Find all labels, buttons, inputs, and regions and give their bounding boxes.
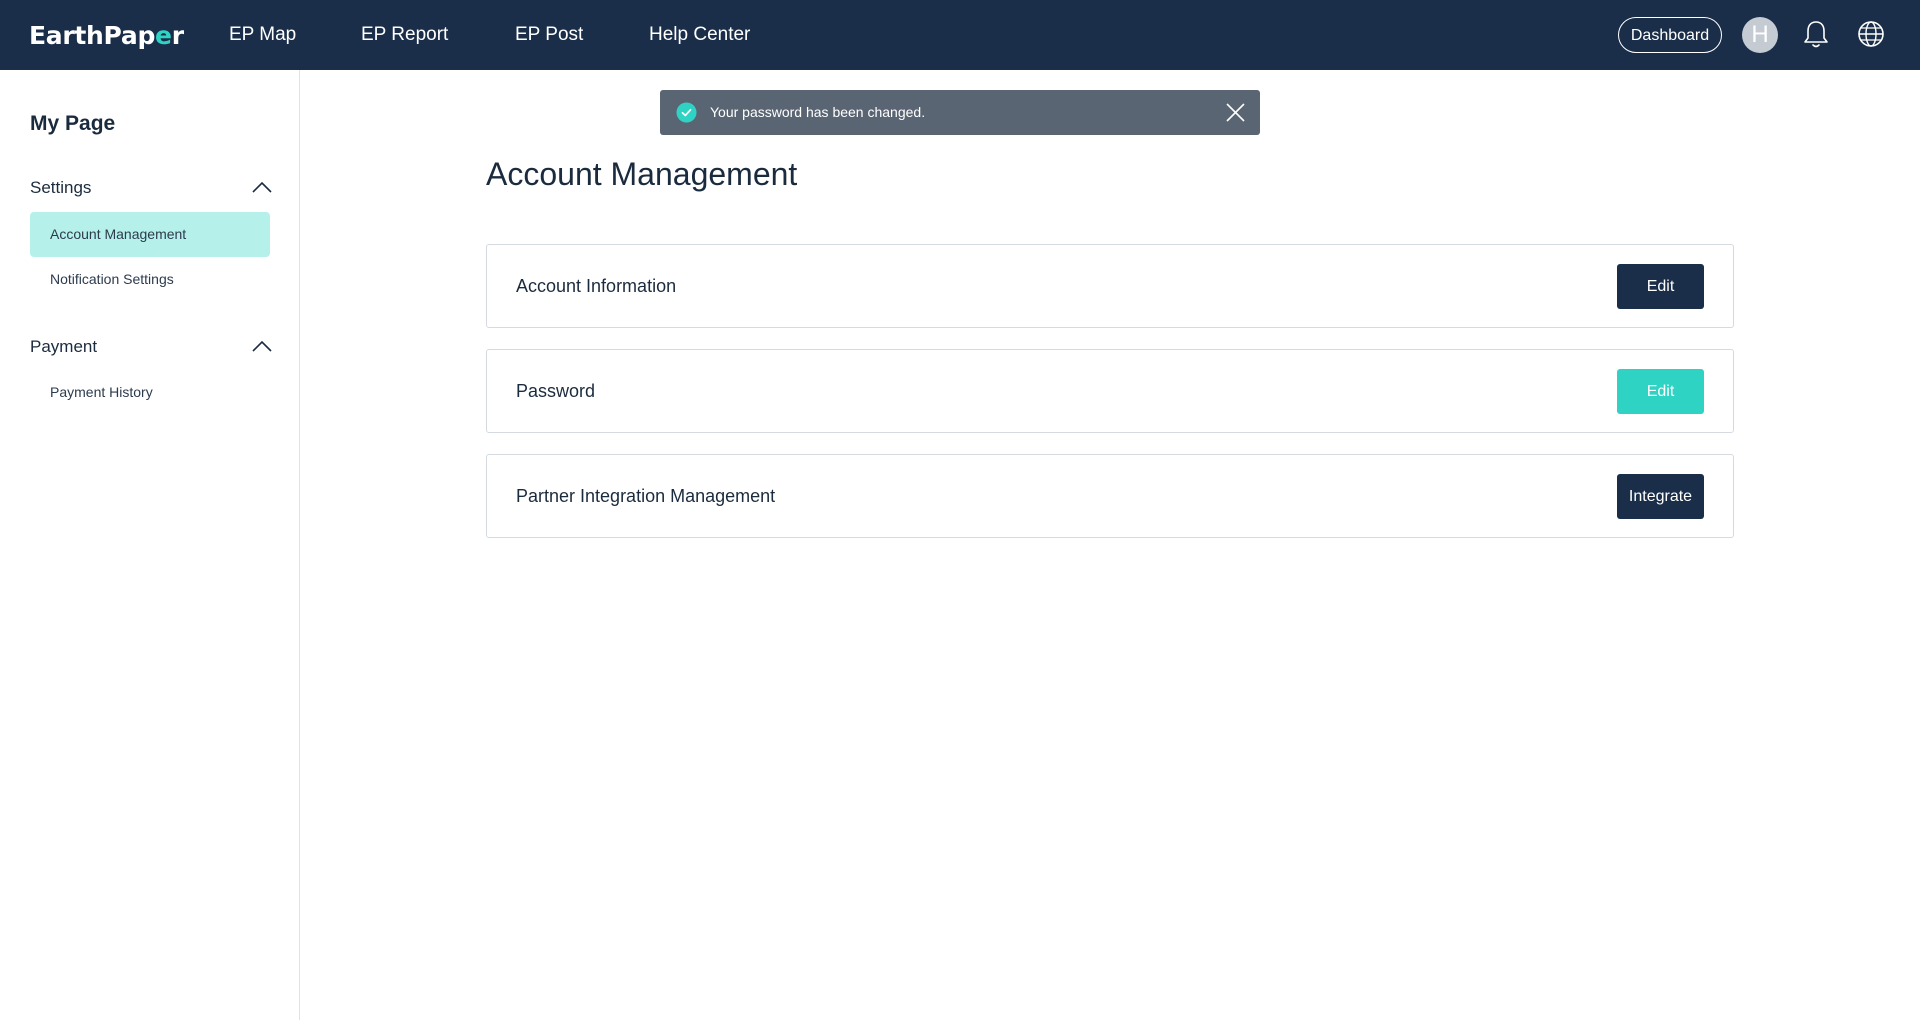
sidebar-item-account-management[interactable]: Account Management (30, 212, 270, 257)
sidebar-section-label: Payment (30, 337, 98, 356)
earthpaper-logo[interactable]: EarthPap e r (29, 17, 184, 53)
sidebar-section-settings[interactable]: Settings (30, 174, 272, 202)
integrate-button[interactable]: Integrate (1617, 474, 1704, 519)
partner-integration-card: Partner Integration Management Integrate (486, 454, 1734, 538)
globe-icon[interactable] (1857, 20, 1885, 48)
logo-text-end: r (171, 20, 184, 50)
close-icon[interactable] (1226, 103, 1245, 122)
sidebar-item-payment-history[interactable]: Payment History (30, 370, 270, 415)
card-label: Partner Integration Management (516, 486, 776, 506)
card-label: Account Information (516, 276, 677, 296)
success-toast: Your password has been changed. (660, 90, 1260, 135)
logo-text-accent: e (155, 20, 172, 50)
nav-ep-map[interactable]: EP Map (229, 20, 296, 50)
sidebar: My Page Settings Account Management Noti… (0, 70, 300, 1020)
account-information-card: Account Information Edit (486, 244, 1734, 328)
sidebar-item-notification-settings[interactable]: Notification Settings (30, 257, 270, 302)
nav-ep-report[interactable]: EP Report (361, 20, 448, 50)
check-circle-icon (676, 102, 697, 123)
page-title: Account Management (486, 156, 798, 192)
bell-icon[interactable] (1801, 18, 1831, 50)
top-navbar: EarthPap e r EP Map EP Report EP Post Help… (0, 0, 1920, 70)
dashboard-button[interactable]: Dashboard (1618, 17, 1722, 53)
nav-ep-post[interactable]: EP Post (515, 20, 583, 50)
sidebar-section-payment[interactable]: Payment (30, 333, 272, 361)
nav-help-center[interactable]: Help Center (649, 20, 750, 50)
avatar[interactable]: H (1742, 17, 1778, 53)
logo-text-start: EarthPap (29, 20, 156, 50)
sidebar-section-label: Settings (30, 178, 92, 197)
toast-message: Your password has been changed. (710, 104, 926, 120)
edit-account-information-button[interactable]: Edit (1617, 264, 1704, 309)
password-card: Password Edit (486, 349, 1734, 433)
chevron-up-icon[interactable] (252, 339, 272, 353)
edit-password-button[interactable]: Edit (1617, 369, 1704, 414)
sidebar-title: My Page (30, 112, 116, 135)
card-label: Password (516, 381, 596, 401)
chevron-up-icon[interactable] (252, 180, 272, 194)
